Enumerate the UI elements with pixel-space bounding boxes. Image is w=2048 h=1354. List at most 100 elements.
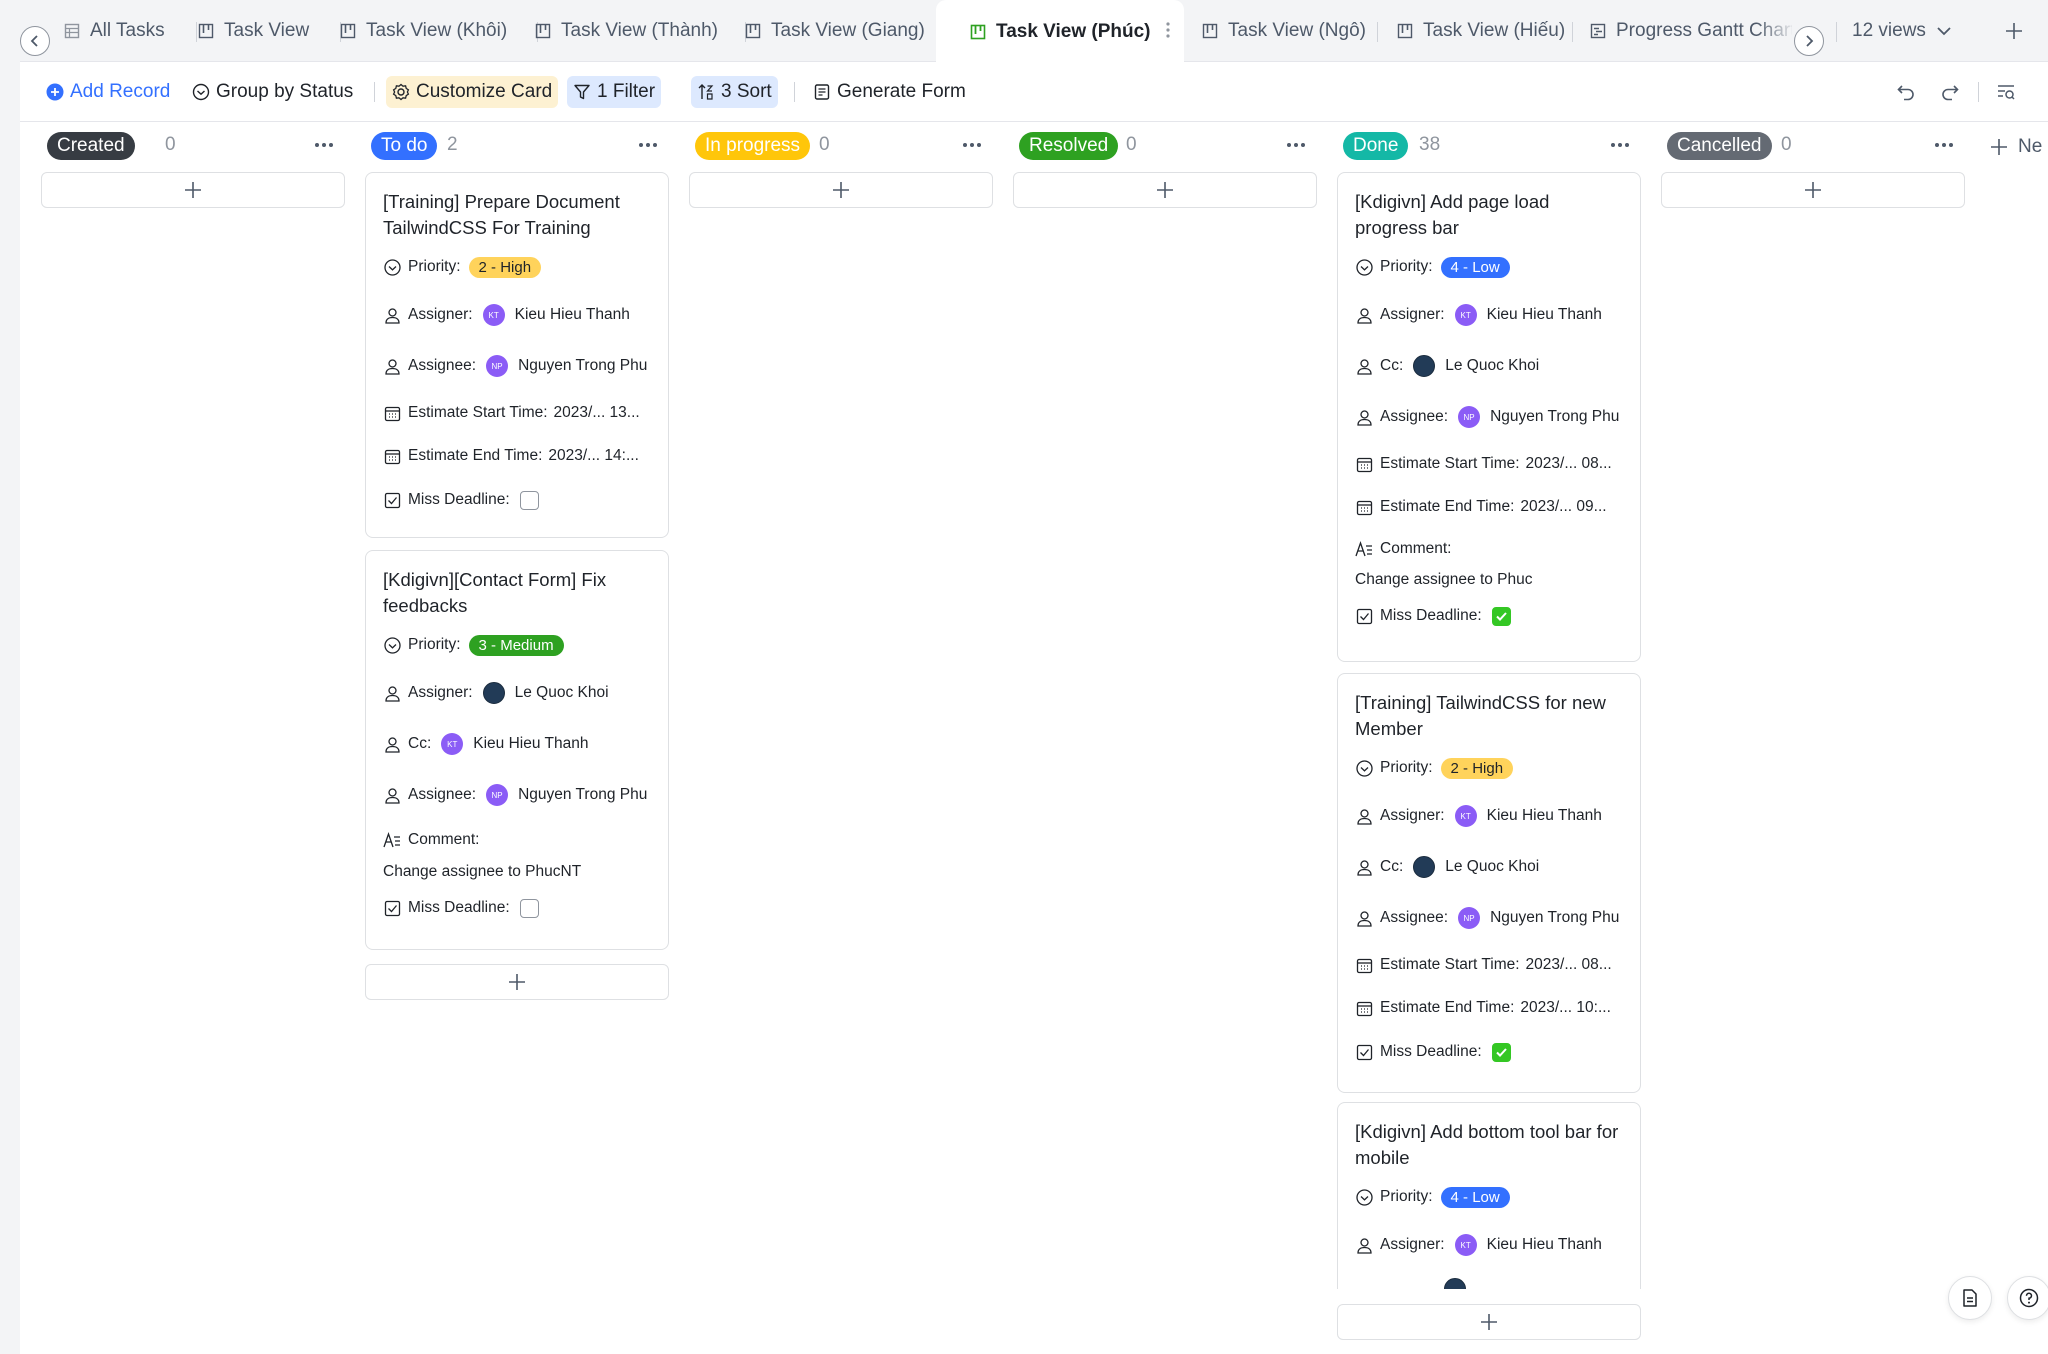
status-badge[interactable]: Cancelled <box>1667 132 1772 160</box>
column-count: 0 <box>1781 134 1792 155</box>
avatar: KT <box>482 304 505 326</box>
miss-deadline-checkbox[interactable] <box>519 490 539 510</box>
sort-button[interactable]: 3 Sort <box>691 76 778 108</box>
tab-task-view-thanh[interactable]: Task View (Thành) <box>535 0 743 62</box>
column-header: Cancelled 0 <box>1661 130 1965 162</box>
priority-badge: 4 - Low <box>1440 1186 1510 1208</box>
checkbox-field-icon <box>1355 607 1373 625</box>
assigner-field: Assigner: KT Kieu Hieu Thanh <box>1355 1231 1627 1259</box>
search-records-button[interactable] <box>1990 76 2022 108</box>
document-button[interactable] <box>1948 1276 1992 1320</box>
cc-field: Cc: Le Quoc Khoi <box>1355 352 1627 380</box>
add-card-button[interactable] <box>41 172 345 208</box>
add-view-button[interactable] <box>2005 0 2035 62</box>
status-badge[interactable]: Resolved <box>1019 132 1119 160</box>
check-icon <box>1495 611 1507 621</box>
calendar-icon <box>1355 999 1373 1017</box>
redo-icon <box>1942 85 1959 101</box>
option-circle-icon <box>383 636 401 654</box>
person-icon <box>383 786 401 804</box>
column-more-button[interactable] <box>1281 130 1311 160</box>
tab-task-view-hieu[interactable]: Task View (Hiếu) <box>1377 0 1575 62</box>
assigner-field: Assigner: KT Kieu Hieu Thanh <box>383 301 655 329</box>
tab-all-tasks[interactable]: All Tasks <box>64 0 190 62</box>
estimate-start-field: Estimate Start Time: 2023/... 08... <box>1355 450 1627 478</box>
miss-deadline-checkbox[interactable] <box>519 898 539 918</box>
toolbar-separator <box>1978 82 1979 102</box>
task-card[interactable]: [Training] TailwindCSS for new Member Pr… <box>1337 673 1641 1093</box>
column-header: To do 2 <box>365 130 669 162</box>
column-more-button[interactable] <box>1605 130 1635 160</box>
column-count: 38 <box>1419 134 1441 155</box>
avatar-photo <box>1413 355 1436 377</box>
tab-task-view-khoi[interactable]: Task View (Khôi) <box>340 0 534 62</box>
add-card-button[interactable] <box>1661 172 1965 208</box>
tabs-scroll-right-button[interactable] <box>1794 26 1824 56</box>
group-by-button[interactable]: Group by Status <box>186 76 359 108</box>
add-card-button[interactable] <box>1337 1304 1641 1340</box>
tab-task-view-phuc[interactable]: Task View (Phúc) <box>936 0 1184 63</box>
undo-button[interactable] <box>1890 76 1922 108</box>
add-record-button[interactable]: Add Record <box>40 76 176 108</box>
add-card-button[interactable] <box>365 964 669 1000</box>
task-card[interactable]: [Training] Prepare Document TailwindCSS … <box>365 172 669 538</box>
tab-task-view-giang[interactable]: Task View (Giang) <box>745 0 945 62</box>
add-card-button[interactable] <box>689 172 993 208</box>
person-icon <box>383 357 401 375</box>
calendar-icon <box>383 404 401 422</box>
tabs-scroll-left-button[interactable] <box>20 26 50 56</box>
status-badge[interactable]: Created <box>47 132 135 160</box>
more-horizontal-icon <box>1287 143 1305 147</box>
tab-progress-gantt-chart[interactable]: Progress Gantt Chart <box>1572 0 1792 62</box>
estimate-end-field: Estimate End Time: 2023/... 09... <box>1355 493 1627 521</box>
priority-badge: 4 - Low <box>1440 256 1510 278</box>
avatar: NP <box>486 784 509 806</box>
person-icon <box>1355 807 1373 825</box>
tab-task-view-ngo[interactable]: Task View (Ngô) <box>1182 0 1372 62</box>
tab-options-icon[interactable] <box>1166 20 1170 46</box>
views-dropdown[interactable]: 12 views <box>1852 0 1962 62</box>
tab-task-view[interactable]: Task View <box>198 0 338 62</box>
column-more-button[interactable] <box>957 130 987 160</box>
grid-view-icon <box>64 23 80 39</box>
customize-card-button[interactable]: Customize Card <box>386 76 559 108</box>
column-done: Done 38 [Kdigivn] Add page load progress… <box>1337 122 1641 1354</box>
new-group-button[interactable]: Ne <box>1990 132 2048 162</box>
assignee-field: Assignee: NP Nguyen Trong Phu <box>383 352 655 380</box>
undo-icon <box>1897 85 1914 101</box>
option-circle-icon <box>383 258 401 276</box>
column-more-button[interactable] <box>633 130 663 160</box>
person-icon <box>1355 909 1373 927</box>
generate-form-button[interactable]: Generate Form <box>807 76 972 108</box>
priority-badge: 2 - High <box>468 256 542 278</box>
kanban-icon <box>198 23 214 39</box>
help-button[interactable] <box>2007 1276 2048 1320</box>
card-title: [Training] Prepare Document TailwindCSS … <box>383 191 620 238</box>
redo-button[interactable] <box>1934 76 1966 108</box>
comment-text: Change assignee to Phuc <box>1355 571 1533 588</box>
more-horizontal-icon <box>315 143 333 147</box>
miss-deadline-checkbox[interactable] <box>1491 1042 1511 1062</box>
card-title: [Kdigivn] Add bottom tool bar for mobile <box>1355 1121 1619 1168</box>
column-header: Done 38 <box>1337 130 1641 162</box>
task-card[interactable]: [Kdigivn] Add page load progress bar Pri… <box>1337 172 1641 662</box>
status-badge[interactable]: In progress <box>695 132 811 160</box>
status-badge[interactable]: Done <box>1343 132 1409 160</box>
option-circle-icon <box>1355 759 1373 777</box>
assignee-field: Assignee: NP Nguyen Trong Phu <box>1355 403 1627 431</box>
filter-button[interactable]: 1 Filter <box>567 76 662 108</box>
column-more-button[interactable] <box>1929 130 1959 160</box>
status-badge[interactable]: To do <box>371 132 438 160</box>
plus-icon <box>509 974 525 990</box>
more-horizontal-icon <box>1935 143 1953 147</box>
task-card[interactable]: [Kdigivn] Add bottom tool bar for mobile… <box>1337 1102 1641 1289</box>
column-more-button[interactable] <box>309 130 339 160</box>
miss-deadline-checkbox[interactable] <box>1491 606 1511 626</box>
task-card[interactable]: [Kdigivn][Contact Form] Fix feedbacks Pr… <box>365 550 669 950</box>
plus-icon <box>1481 1314 1497 1330</box>
add-card-button[interactable] <box>1013 172 1317 208</box>
cc-field: Cc: Le Quoc Khoi <box>1355 853 1627 881</box>
column-count: 2 <box>447 134 458 155</box>
column-header: Created 0 <box>41 130 345 162</box>
assignee-field: Assignee: NP Nguyen Trong Phu <box>383 781 655 809</box>
